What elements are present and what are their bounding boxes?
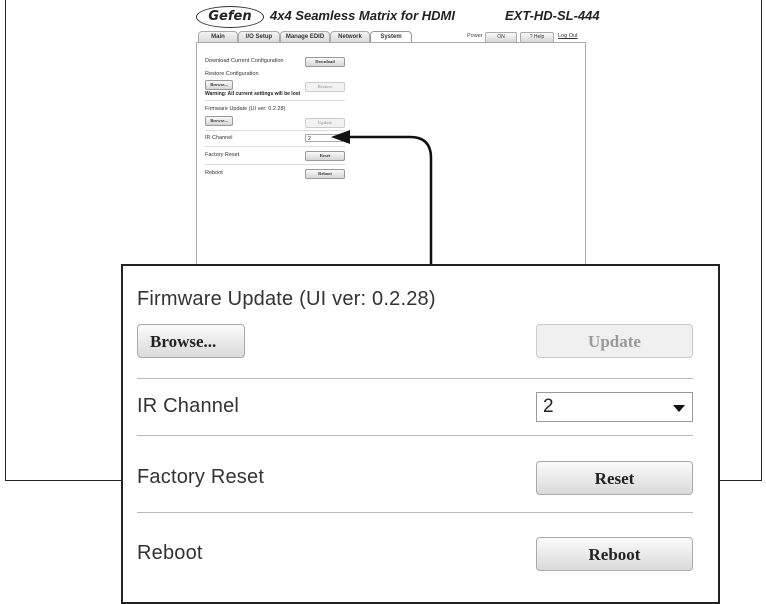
download-label: Download Current Configuration bbox=[205, 58, 284, 64]
app-title: 4x4 Seamless Matrix for HDMI bbox=[270, 8, 455, 23]
update-button[interactable]: Update bbox=[305, 118, 345, 128]
divider bbox=[205, 164, 345, 165]
gefen-logo: Gefen bbox=[196, 6, 264, 28]
reboot-label-large: Reboot bbox=[137, 542, 203, 564]
divider bbox=[137, 435, 693, 436]
firmware-label: Firmware Update (UI ver: 0.2.28) bbox=[205, 106, 286, 112]
download-button[interactable]: Download bbox=[305, 57, 345, 67]
divider bbox=[137, 512, 693, 513]
reset-button-large[interactable]: Reset bbox=[536, 461, 693, 495]
divider bbox=[205, 130, 345, 131]
ir-channel-label-large: IR Channel bbox=[137, 395, 240, 417]
firmware-browse-button[interactable]: Browse... bbox=[205, 116, 233, 126]
update-button-large[interactable]: Update bbox=[536, 324, 693, 358]
factory-reset-label-large: Factory Reset bbox=[137, 466, 265, 488]
logout-link[interactable]: Log Out bbox=[558, 33, 578, 39]
ir-channel-label: IR Channel bbox=[205, 135, 233, 141]
reboot-button[interactable]: Reboot bbox=[305, 169, 345, 179]
divider bbox=[205, 146, 345, 147]
ir-channel-dropdown[interactable]: 2 bbox=[536, 392, 693, 422]
restore-label: Restore Configuration bbox=[205, 71, 259, 77]
reboot-button-large[interactable]: Reboot bbox=[536, 537, 693, 571]
system-panel: Download Current Configuration Download … bbox=[196, 42, 586, 269]
zoom-callout: Firmware Update (UI ver: 0.2.28) Browse.… bbox=[121, 264, 720, 604]
restore-warning: Warning: All current settings will be lo… bbox=[205, 91, 301, 97]
page-frame-right bbox=[761, 0, 762, 481]
chevron-down-icon bbox=[673, 405, 685, 412]
restore-browse-button[interactable]: Browse... bbox=[205, 80, 233, 90]
browse-button[interactable]: Browse... bbox=[137, 324, 245, 358]
divider bbox=[137, 378, 693, 379]
ir-channel-select[interactable]: 2 bbox=[305, 134, 343, 142]
power-label: Power bbox=[467, 33, 483, 39]
ir-channel-value: 2 bbox=[543, 396, 554, 417]
model-number: EXT-HD-SL-444 bbox=[505, 8, 600, 23]
reset-button[interactable]: Reset bbox=[305, 151, 345, 161]
divider bbox=[205, 100, 345, 101]
restore-button[interactable]: Restore bbox=[305, 82, 345, 92]
firmware-update-label: Firmware Update (UI ver: 0.2.28) bbox=[137, 288, 436, 310]
factory-reset-label: Factory Reset bbox=[205, 152, 240, 158]
reboot-label: Reboot bbox=[205, 170, 223, 176]
page-frame-bottom-left bbox=[5, 480, 121, 481]
page-frame-bottom-right bbox=[720, 480, 762, 481]
page-frame-left bbox=[5, 0, 6, 481]
